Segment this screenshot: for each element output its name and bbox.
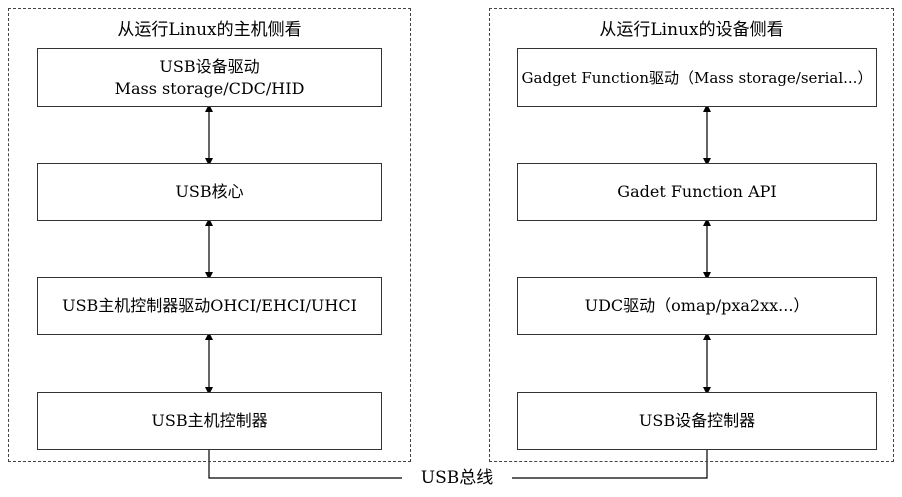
usb-core-box: USB核心: [37, 163, 382, 221]
usb-device-controller-box: USB设备控制器: [517, 392, 877, 450]
box-label: UDC驱动（omap/pxa2xx...）: [584, 296, 810, 315]
usb-host-controller-driver-box: USB主机控制器驱动OHCI/EHCI/UHCI: [37, 277, 382, 335]
box-label: USB主机控制器: [151, 411, 268, 430]
device-side-title: 从运行Linux的设备侧看: [599, 20, 784, 40]
gadget-function-api-box: Gadet Function API: [517, 163, 877, 221]
host-side-title: 从运行Linux的主机侧看: [117, 20, 302, 40]
box-sublabel: Mass storage/CDC/HID: [114, 78, 305, 98]
box-label: USB设备控制器: [638, 411, 756, 430]
box-label: Gadet Function API: [617, 182, 777, 201]
box-label: USB设备驱动: [159, 56, 260, 76]
udc-driver-box: UDC驱动（omap/pxa2xx...）: [517, 277, 877, 335]
usb-bus-label: USB总线: [402, 466, 512, 490]
usb-device-driver-box: USB设备驱动 Mass storage/CDC/HID: [37, 48, 382, 107]
usb-host-controller-box: USB主机控制器: [37, 392, 382, 450]
gadget-function-driver-box: Gadget Function驱动（Mass storage/serial...…: [517, 48, 877, 107]
box-label: Gadget Function驱动（Mass storage/serial...…: [521, 68, 873, 87]
box-label: USB核心: [175, 182, 244, 201]
box-label: USB主机控制器驱动OHCI/EHCI/UHCI: [62, 296, 357, 315]
